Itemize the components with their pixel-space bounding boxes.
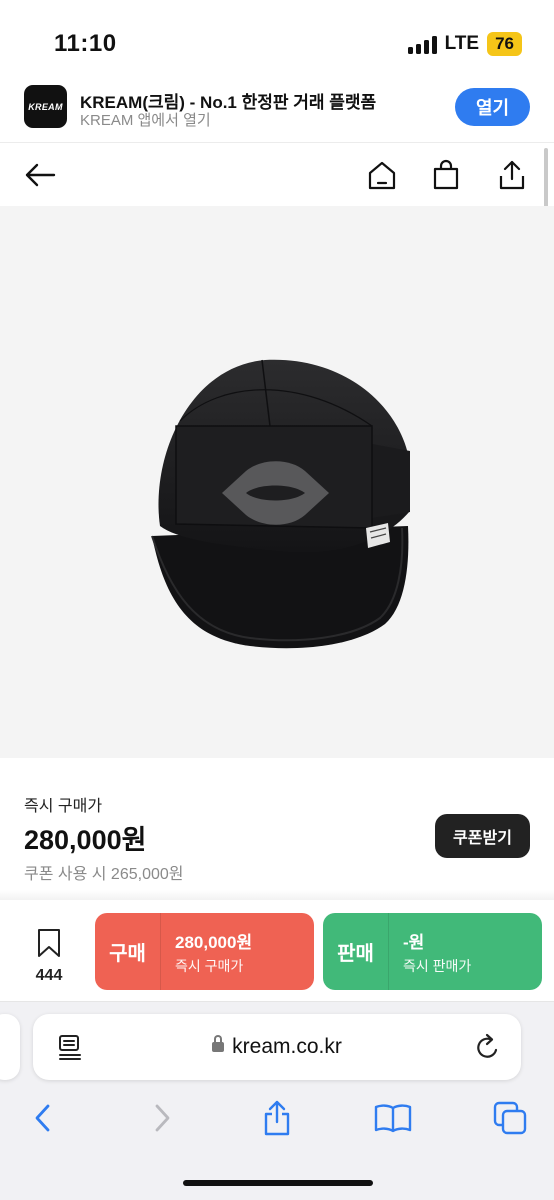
sell-tag: 판매 [323,913,389,990]
network-type: LTE [444,33,480,54]
reload-icon[interactable] [475,1033,501,1066]
status-time: 11:10 [54,30,117,57]
open-app-button[interactable]: 열기 [455,88,530,126]
sell-button[interactable]: 판매 -원 즉시 판매가 [323,913,542,990]
home-icon[interactable] [364,157,400,193]
bookmarks-icon[interactable] [373,1100,413,1136]
kream-app-logo: KREAM [24,85,67,128]
wishlist-button[interactable]: 444 [24,928,74,985]
tabs-icon[interactable] [490,1100,530,1136]
forward-icon[interactable] [142,1100,182,1136]
price-section: 즉시 구매가 280,000원 쿠폰 사용 시 265,000원 쿠폰받기 [0,758,554,900]
buy-price: 280,000원 [175,932,253,952]
coupon-price: 쿠폰 사용 시 265,000원 [24,866,184,883]
sell-price: -원 [403,932,425,952]
lock-icon [212,1035,225,1052]
signal-icon [407,34,437,54]
back-icon[interactable] [23,1100,63,1136]
sell-price-label: 즉시 판매가 [403,957,472,974]
home-indicator[interactable] [183,1180,373,1186]
bookmark-icon [38,929,60,957]
buy-tag: 구매 [95,913,161,990]
product-image[interactable] [0,206,554,758]
buy-price-label: 즉시 구매가 [175,957,244,974]
app-banner-subtitle: KREAM 앱에서 열기 [80,112,211,129]
product-nav-bar [0,142,554,206]
get-coupon-button[interactable]: 쿠폰받기 [435,814,530,858]
share-icon[interactable] [494,157,530,193]
instant-buy-price-label: 즉시 구매가 [24,798,103,815]
buy-button[interactable]: 구매 280,000원 즉시 구매가 [95,913,314,990]
previous-tab-preview[interactable] [0,1014,20,1080]
black-cap-illustration [151,359,410,649]
browser-chrome: kream.co.kr [0,1002,554,1200]
browser-toolbar [0,1088,554,1148]
status-indicators: LTE 76 [407,32,522,56]
url-text: kream.co.kr [232,1035,342,1058]
address-bar[interactable]: kream.co.kr [33,1014,521,1080]
back-arrow-icon[interactable] [22,157,58,193]
share-icon[interactable] [257,1100,297,1136]
trade-action-bar: 444 구매 280,000원 즉시 구매가 판매 -원 즉시 판매가 [0,900,554,1002]
shopping-bag-icon[interactable] [428,157,464,193]
battery-indicator: 76 [487,32,522,56]
app-banner: KREAM KREAM(크림) - No.1 한정판 거래 플랫폼 KREAM … [0,80,554,142]
instant-buy-price: 280,000원 [24,825,147,855]
status-bar: 11:10 LTE 76 [0,0,554,80]
wish-count: 444 [35,967,63,984]
